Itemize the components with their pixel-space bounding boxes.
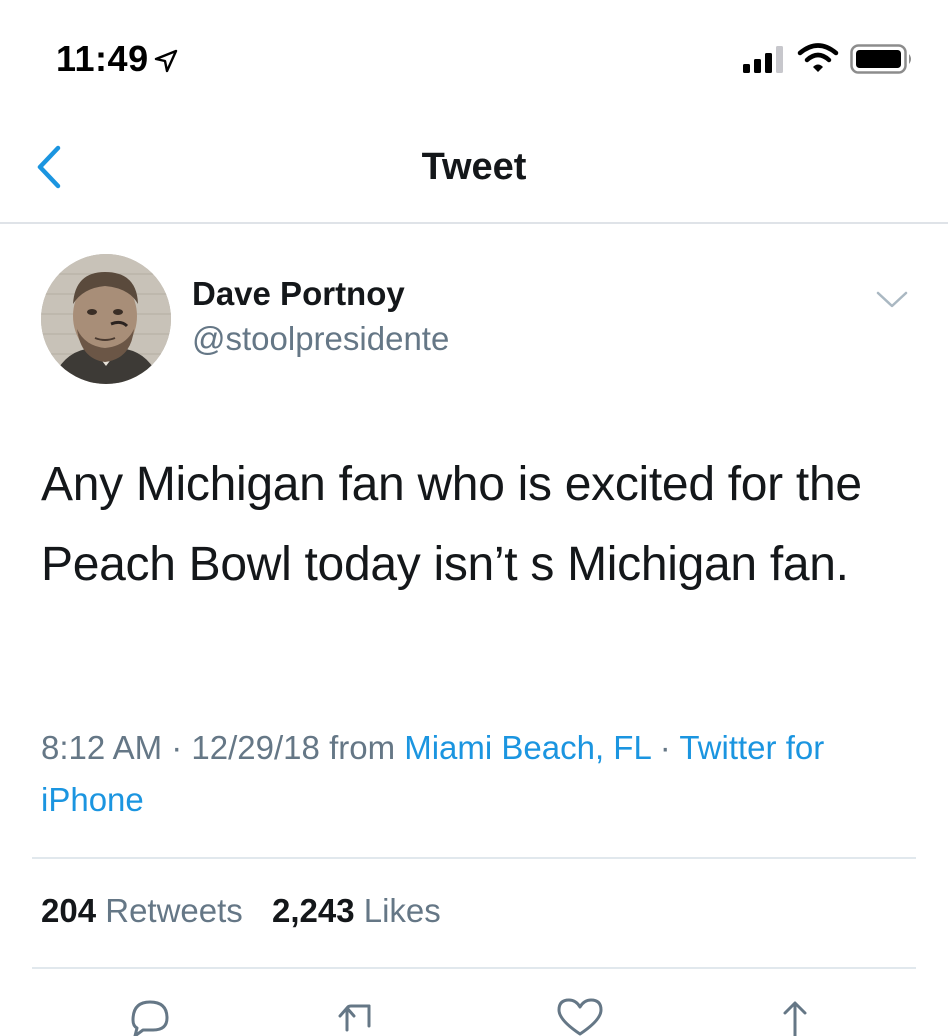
from-label: from (329, 729, 396, 766)
share-icon (783, 1001, 807, 1036)
tweet-time: 8:12 AM (41, 729, 163, 766)
tweet-date: 12/29/18 (191, 729, 320, 766)
tweet-text: Any Michigan fan who is excited for the … (41, 458, 862, 591)
likes-stat[interactable]: 2,243 Likes (272, 892, 441, 929)
status-time: 11:49 (56, 38, 149, 79)
like-button[interactable] (553, 996, 607, 1036)
tweet-options-button[interactable] (872, 285, 912, 315)
battery-icon (850, 44, 911, 74)
meta-separator: · (659, 729, 671, 766)
tweet-stats: 204 Retweets 2,243 Likes (41, 892, 461, 930)
likes-count: 2,243 (271, 892, 355, 929)
retweets-count: 204 (41, 892, 97, 929)
avatar-image (41, 254, 171, 384)
share-button[interactable] (768, 996, 822, 1036)
location-link[interactable]: Miami Beach, FL (404, 729, 650, 766)
reply-icon (131, 1000, 169, 1036)
page-title: Tweet (421, 146, 527, 188)
retweets-stat[interactable]: 204 Retweets (41, 892, 243, 929)
reply-button[interactable] (123, 996, 177, 1036)
divider (32, 857, 916, 859)
wifi-icon (797, 43, 839, 72)
author-handle[interactable]: @stoolpresidente (192, 320, 449, 358)
author-name[interactable]: Dave Portnoy (192, 275, 405, 313)
nav-bar: Tweet (0, 110, 948, 224)
like-icon (557, 998, 603, 1036)
retweet-icon (338, 1004, 371, 1032)
meta-separator: · (171, 729, 183, 766)
avatar[interactable] (41, 254, 171, 384)
likes-label: Likes (363, 892, 441, 929)
retweets-label: Retweets (105, 892, 243, 929)
cellular-signal-icon (743, 46, 783, 73)
location-arrow-icon (154, 49, 178, 73)
chevron-down-icon (876, 291, 908, 308)
tweet-meta: 8:12 AM · 12/29/18 from Miami Beach, FL … (41, 722, 921, 826)
retweet-button[interactable] (331, 996, 385, 1036)
status-bar: 11:49 (0, 0, 948, 110)
divider (32, 967, 916, 969)
